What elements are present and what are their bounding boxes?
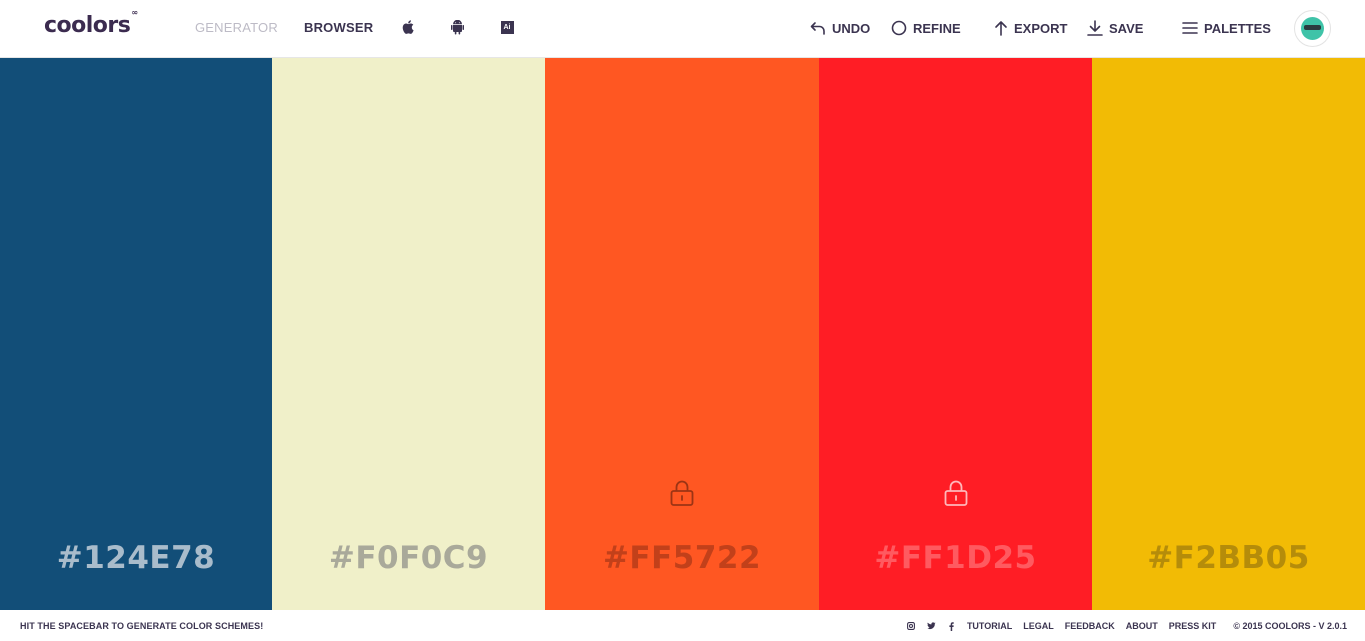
palettes-button[interactable]: PALETTES	[1182, 18, 1271, 38]
circle-icon	[891, 20, 907, 36]
hex-code-1[interactable]: #124E78	[0, 540, 272, 576]
swatch-2[interactable]: #F0F0C9	[272, 58, 545, 610]
footer-link-about[interactable]: ABOUT	[1126, 621, 1158, 631]
logo-infinity: ∞	[131, 7, 138, 17]
undo-button[interactable]: UNDO	[810, 18, 870, 38]
twitter-icon[interactable]	[927, 621, 936, 631]
palettes-label: PALETTES	[1204, 20, 1271, 36]
logo-text: coolors	[44, 13, 131, 38]
footer-links: TUTORIAL LEGAL FEEDBACK ABOUT PRESS KIT …	[907, 621, 1347, 631]
nav-generator[interactable]: GENERATOR	[195, 20, 278, 35]
save-button[interactable]: SAVE	[1087, 18, 1143, 38]
android-icon[interactable]	[450, 19, 464, 35]
hex-code-2[interactable]: #F0F0C9	[272, 540, 545, 576]
color-palette: #124E78 #F0F0C9 #FF5722 #FF1D25 #F2BB05	[0, 58, 1365, 610]
instagram-icon[interactable]	[907, 621, 916, 631]
footer-link-feedback[interactable]: FEEDBACK	[1065, 621, 1115, 631]
copyright: © 2015 COOLORS - V 2.0.1	[1233, 621, 1347, 631]
adobe-ai-icon[interactable]: Ai	[500, 19, 514, 35]
lock-icon[interactable]	[669, 480, 695, 508]
save-label: SAVE	[1109, 20, 1144, 36]
refine-button[interactable]: REFINE	[891, 18, 961, 38]
apple-icon[interactable]	[401, 19, 415, 35]
nav-browser[interactable]: BROWSER	[304, 20, 373, 35]
footer-link-legal[interactable]: LEGAL	[1023, 621, 1054, 631]
hex-code-3[interactable]: #FF5722	[545, 540, 819, 576]
top-navbar: coolors∞ GENERATOR BROWSER Ai UNDO REFIN…	[0, 0, 1365, 58]
undo-label: UNDO	[832, 20, 871, 36]
export-button[interactable]: EXPORT	[994, 18, 1067, 38]
sunglasses-face-icon	[1301, 17, 1324, 40]
hex-code-4[interactable]: #FF1D25	[819, 540, 1092, 576]
user-avatar[interactable]	[1294, 10, 1331, 47]
coolors-logo[interactable]: coolors∞	[44, 8, 138, 38]
facebook-icon[interactable]	[947, 621, 956, 631]
footer: HIT THE SPACEBAR TO GENERATE COLOR SCHEM…	[0, 610, 1365, 641]
download-icon	[1087, 20, 1103, 36]
swatch-3[interactable]: #FF5722	[545, 58, 819, 610]
menu-icon	[1182, 22, 1198, 34]
footer-link-press-kit[interactable]: PRESS KIT	[1169, 621, 1217, 631]
undo-arrow-icon	[810, 22, 825, 35]
arrow-up-icon	[995, 21, 1007, 36]
refine-label: REFINE	[913, 20, 961, 36]
footer-link-tutorial[interactable]: TUTORIAL	[967, 621, 1012, 631]
swatch-5[interactable]: #F2BB05	[1092, 58, 1365, 610]
swatch-4[interactable]: #FF1D25	[819, 58, 1092, 610]
ai-label: Ai	[500, 20, 514, 34]
lock-icon[interactable]	[943, 480, 969, 508]
swatch-1[interactable]: #124E78	[0, 58, 272, 610]
hex-code-5[interactable]: #F2BB05	[1092, 540, 1365, 576]
export-label: EXPORT	[1014, 20, 1068, 36]
spacebar-hint: HIT THE SPACEBAR TO GENERATE COLOR SCHEM…	[20, 621, 264, 631]
